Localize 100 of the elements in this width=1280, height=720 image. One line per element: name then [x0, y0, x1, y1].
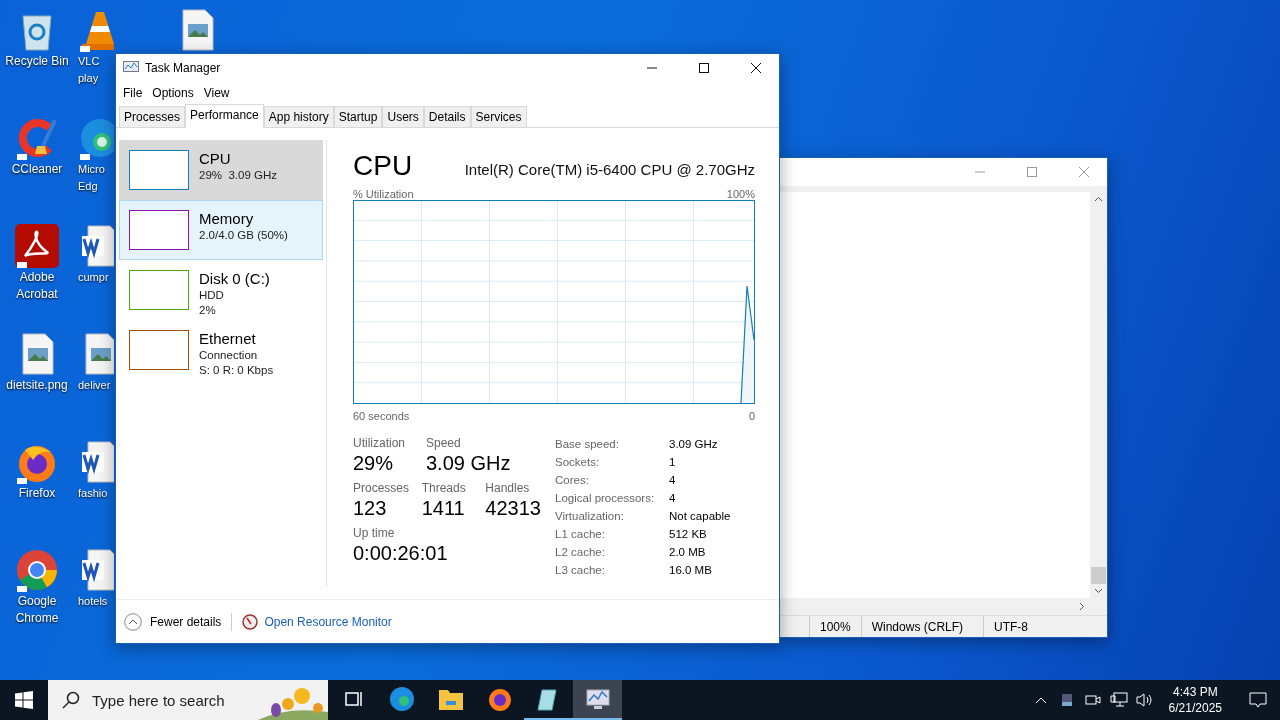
- close-icon: [1079, 167, 1089, 177]
- spec-value: 512 KB: [669, 527, 708, 542]
- icon-label: hotels: [78, 594, 108, 609]
- menu-item[interactable]: Options: [147, 86, 199, 100]
- status-text: UTF-8: [983, 616, 1039, 637]
- icon-label: cumpr: [78, 270, 109, 285]
- graph-label: 0: [748, 410, 755, 422]
- clock[interactable]: 4:43 PM 6/21/2025: [1160, 684, 1230, 716]
- panel-heading: CPU: [353, 150, 413, 182]
- spec-value: 16.0 MB: [669, 563, 713, 578]
- stat-value: 42313: [485, 497, 542, 520]
- resource-monitor-link[interactable]: Open Resource Monitor: [242, 613, 392, 630]
- resource-detail: S: 0 R: 0 Kbps: [199, 363, 274, 378]
- tab[interactable]: App history: [263, 106, 334, 127]
- stat-value: 1411: [421, 497, 466, 520]
- edge-browser-icon: [388, 686, 415, 712]
- icon-label: Acrobat: [16, 287, 58, 302]
- chevron-up-icon: [1094, 196, 1103, 202]
- spec-label: Base speed:: [555, 437, 620, 452]
- stat-label: Threads: [421, 481, 467, 495]
- resource-name: Disk 0 (C:): [199, 270, 270, 288]
- resource-detail: Connection: [199, 348, 259, 363]
- icon-label: VLC: [78, 54, 100, 69]
- icon-label: CCleaner: [11, 162, 63, 177]
- maximize-icon: [699, 63, 709, 73]
- camera-icon[interactable]: [1082, 693, 1103, 707]
- spec-value: 3.09 GHz: [669, 437, 719, 452]
- search-field[interactable]: Type here to search: [90, 690, 240, 710]
- chevron-down-icon: [1094, 588, 1103, 594]
- resource-item[interactable]: Disk 0 (C:) HDD 2%: [119, 260, 323, 320]
- menu-item[interactable]: View: [198, 86, 235, 100]
- resource-name: Memory: [199, 210, 255, 228]
- menu-item[interactable]: File: [118, 86, 148, 100]
- icon-label: Micro: [78, 162, 105, 177]
- task-manager-icon: [584, 686, 611, 712]
- search-icon: [62, 691, 80, 709]
- tab[interactable]: Startup: [333, 106, 383, 127]
- resource-detail: 2%: [199, 303, 217, 318]
- spec-label: Cores:: [555, 473, 590, 488]
- chevron-right-icon: [1079, 602, 1085, 611]
- stat-label: Utilization: [353, 436, 407, 450]
- stat-value: 3.09 GHz: [426, 452, 512, 475]
- window-title: Task Manager: [145, 61, 221, 75]
- speech-bubble-icon: [1249, 692, 1267, 708]
- icon-label: Edg: [78, 179, 98, 194]
- graph-label: 60 seconds: [353, 410, 410, 422]
- spec-label: Sockets:: [555, 455, 601, 470]
- resource-item[interactable]: Memory 2.0/4.0 GB (50%): [119, 200, 323, 260]
- status-text: 100%: [809, 616, 861, 637]
- tab[interactable]: Services: [470, 106, 527, 127]
- spec-value: 2.0 MB: [669, 545, 707, 560]
- resource-item[interactable]: CPU 29% 3.09 GHz: [119, 140, 323, 200]
- fewer-details-button[interactable]: Fewer details: [124, 612, 222, 631]
- stat-value: 123: [353, 497, 388, 520]
- spec-value: 4: [669, 473, 677, 488]
- spec-value: 1: [669, 455, 677, 470]
- tab[interactable]: Processes: [119, 106, 186, 127]
- graph-label: % Utilization: [353, 188, 414, 200]
- network-icon[interactable]: [1108, 692, 1129, 708]
- tab[interactable]: Details: [423, 106, 471, 127]
- pdf-reader-icon[interactable]: [15, 224, 59, 268]
- resource-name: Ethernet: [199, 330, 257, 348]
- tab[interactable]: Users: [382, 106, 424, 127]
- speaker-icon[interactable]: [1134, 692, 1155, 708]
- resource-detail: 2.0/4.0 GB (50%): [199, 228, 288, 243]
- icon-label: play: [78, 71, 99, 86]
- task-view-icon: [342, 689, 363, 709]
- icon-label: Adobe: [19, 270, 55, 285]
- resource-item[interactable]: Ethernet Connection S: 0 R: 0 Kbps: [119, 320, 323, 380]
- spec-label: L2 cache:: [555, 545, 606, 560]
- icon-label: Recycle Bin: [5, 54, 69, 69]
- icon-label: Firefox: [18, 486, 56, 501]
- stat-label: Processes: [353, 481, 411, 495]
- icon-label: deliver: [78, 378, 111, 393]
- scroll-thumb[interactable]: [1091, 567, 1106, 584]
- graph-label: 100%: [726, 188, 755, 200]
- spec-label: L3 cache:: [555, 563, 606, 578]
- gauge-icon: [242, 613, 259, 630]
- chevron-up-icon: [124, 612, 142, 631]
- processor-model: Intel(R) Core(TM) i5-6400 CPU @ 2.70GHz: [464, 161, 755, 178]
- resource-detail: 29% 3.09 GHz: [199, 168, 277, 183]
- status-text: Windows (CRLF): [860, 616, 974, 637]
- task-manager-icon: [123, 61, 139, 75]
- spec-value: Not capable: [669, 509, 731, 524]
- stat-label: Handles: [485, 481, 531, 495]
- search-bar[interactable]: Type here to search: [48, 680, 328, 720]
- tab[interactable]: Performance: [185, 104, 264, 128]
- resource-detail: HDD: [199, 288, 225, 303]
- icon-label: Chrome: [15, 611, 59, 626]
- resource-name: CPU: [199, 150, 232, 168]
- stat-value: 29%: [353, 452, 395, 475]
- horizontal-scrollbar[interactable]: [779, 598, 1107, 615]
- close-icon: [751, 63, 761, 73]
- spec-value: 4: [669, 491, 677, 506]
- maximize-icon: [1027, 167, 1037, 177]
- stat-value: 0:00:26:01: [353, 542, 449, 565]
- spec-label: Logical processors:: [555, 491, 656, 506]
- spec-label: L1 cache:: [555, 527, 606, 542]
- chrome-browser-icon[interactable]: [15, 548, 59, 592]
- taskbar-app[interactable]: [573, 680, 622, 720]
